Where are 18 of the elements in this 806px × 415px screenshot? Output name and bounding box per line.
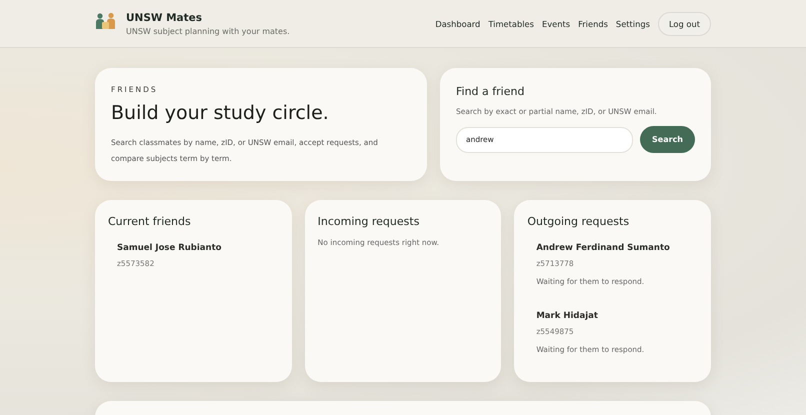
logout-button[interactable]: Log out <box>658 12 711 36</box>
card-title: Find a friend <box>456 85 526 98</box>
people-logo-icon <box>95 12 117 30</box>
search-button[interactable]: Search <box>640 126 695 153</box>
nav-link[interactable]: Dashboard <box>435 18 480 28</box>
person-name: Andrew Ferdinand Sumanto <box>536 243 671 253</box>
app-subtitle: UNSW subject planning with your mates. <box>126 26 290 36</box>
card-title: Incoming requests <box>318 215 420 228</box>
app-title: UNSW Mates <box>126 12 204 24</box>
hero-heading: Build your study circle. <box>111 102 330 124</box>
person-name: Mark Hidajat <box>536 311 599 321</box>
nav-link[interactable]: Timetables <box>488 18 534 28</box>
nav-link[interactable]: Events <box>542 18 570 28</box>
card-title: Outgoing requests <box>527 215 630 228</box>
nav-link[interactable]: Friends <box>578 18 608 28</box>
person-name: Samuel Jose Rubianto <box>117 243 222 253</box>
nav-link[interactable]: Settings <box>616 18 650 28</box>
card-title: Current friends <box>108 215 192 228</box>
